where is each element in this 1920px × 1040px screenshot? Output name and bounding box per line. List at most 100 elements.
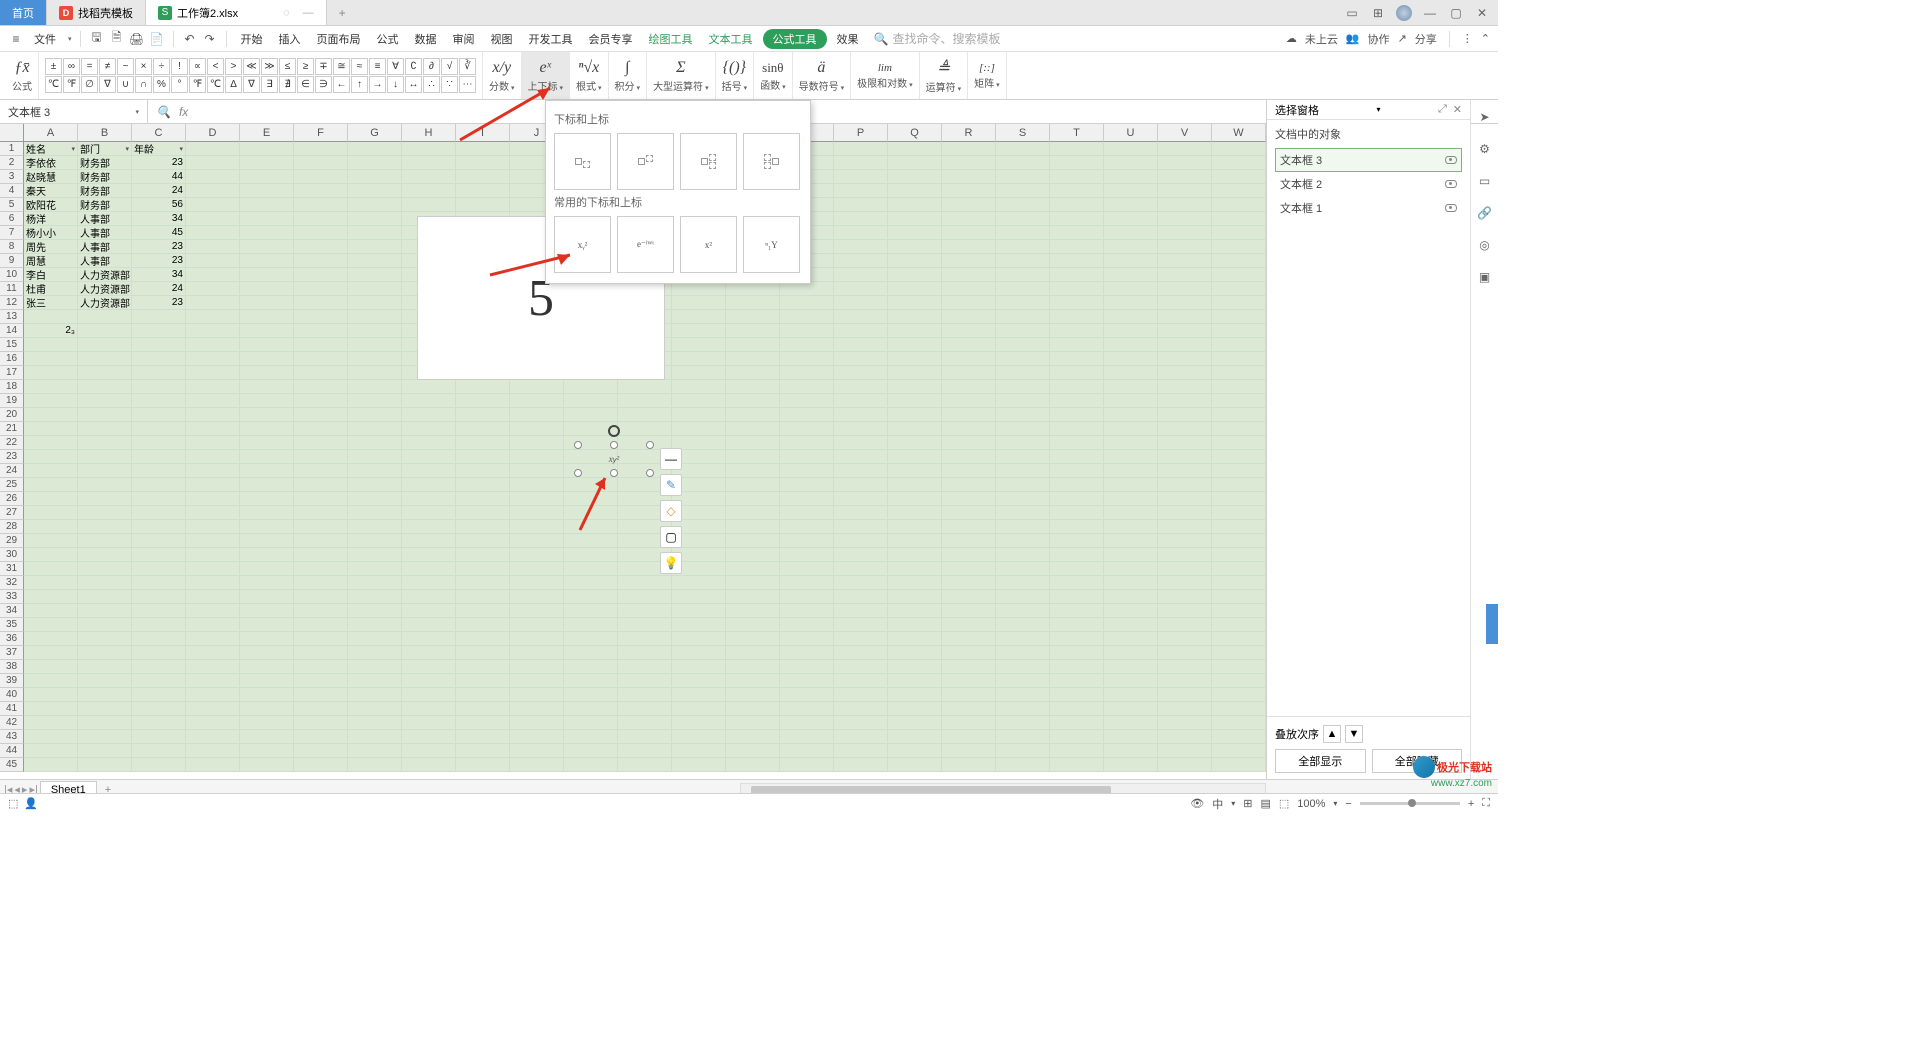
cell[interactable] (996, 338, 1050, 352)
cell[interactable] (24, 366, 78, 380)
cell[interactable] (942, 730, 996, 744)
menu-formula-tools[interactable]: 公式工具 (763, 29, 827, 49)
cell[interactable] (1212, 226, 1266, 240)
cell[interactable] (24, 492, 78, 506)
cell[interactable] (1212, 548, 1266, 562)
cell[interactable] (1212, 366, 1266, 380)
cell[interactable] (672, 576, 726, 590)
cell[interactable] (672, 408, 726, 422)
pane-pin-icon[interactable]: ⤢ (1438, 103, 1447, 116)
cell[interactable] (780, 380, 834, 394)
cell[interactable] (726, 436, 780, 450)
row-header[interactable]: 28 (0, 520, 24, 534)
window-close-icon[interactable]: ✕ (1474, 5, 1490, 21)
cell[interactable] (834, 352, 888, 366)
cell[interactable] (618, 716, 672, 730)
cell[interactable] (186, 338, 240, 352)
cell[interactable] (348, 660, 402, 674)
cell[interactable] (402, 142, 456, 156)
cell[interactable] (456, 646, 510, 660)
cell[interactable] (1212, 674, 1266, 688)
cell[interactable] (294, 548, 348, 562)
cell[interactable] (726, 366, 780, 380)
cell[interactable] (564, 604, 618, 618)
cell[interactable] (1104, 310, 1158, 324)
cell[interactable] (132, 576, 186, 590)
cell[interactable] (348, 310, 402, 324)
cell[interactable] (1158, 170, 1212, 184)
cell[interactable] (348, 548, 402, 562)
symbol-cell[interactable]: ∁ (405, 58, 422, 75)
ribbon-function[interactable]: sinθ函数▾ (754, 52, 793, 99)
ribbon-formula[interactable]: ƒx̄ 公式 (6, 52, 39, 99)
cell[interactable] (1050, 436, 1104, 450)
row-header[interactable]: 39 (0, 674, 24, 688)
cell[interactable] (1104, 464, 1158, 478)
cell[interactable] (888, 184, 942, 198)
cell[interactable]: 人力资源部 (78, 282, 132, 296)
cell[interactable] (294, 142, 348, 156)
cell[interactable] (1050, 562, 1104, 576)
cell[interactable] (1104, 324, 1158, 338)
cell[interactable] (78, 324, 132, 338)
cell[interactable] (240, 576, 294, 590)
cell[interactable] (1104, 744, 1158, 758)
cell[interactable] (780, 492, 834, 506)
cell[interactable] (132, 366, 186, 380)
cell[interactable] (888, 716, 942, 730)
row-header[interactable]: 25 (0, 478, 24, 492)
status-settings-icon[interactable]: ⬚ (8, 797, 18, 810)
cell[interactable] (240, 422, 294, 436)
cell[interactable]: 人事部 (78, 226, 132, 240)
coop-icon[interactable]: 👥 (1346, 32, 1360, 45)
cell[interactable] (402, 646, 456, 660)
cell[interactable] (1104, 590, 1158, 604)
cell[interactable] (240, 492, 294, 506)
cell[interactable] (726, 744, 780, 758)
cell[interactable] (834, 590, 888, 604)
cell[interactable] (402, 380, 456, 394)
symbol-cell[interactable]: ± (45, 58, 62, 75)
cell[interactable] (1050, 212, 1104, 226)
cell[interactable] (1104, 408, 1158, 422)
col-header[interactable]: B (78, 124, 132, 142)
side-book-icon[interactable]: ▣ (1476, 268, 1494, 286)
cell[interactable] (510, 590, 564, 604)
window-maximize-icon[interactable]: ▢ (1448, 5, 1464, 21)
cell[interactable] (1212, 730, 1266, 744)
cell[interactable] (24, 464, 78, 478)
cell[interactable] (240, 170, 294, 184)
cell[interactable] (78, 562, 132, 576)
eye-icon[interactable] (1445, 156, 1457, 164)
cell[interactable]: 23 (132, 240, 186, 254)
cell[interactable]: 人事部 (78, 212, 132, 226)
menu-start[interactable]: 开始 (235, 29, 269, 49)
cell[interactable] (942, 212, 996, 226)
cell[interactable] (726, 618, 780, 632)
cell[interactable] (834, 674, 888, 688)
menu-layout[interactable]: 页面布局 (311, 29, 367, 49)
command-search[interactable]: 🔍 查找命令、搜索模板 (869, 28, 1006, 49)
cell[interactable] (78, 534, 132, 548)
more-icon[interactable]: ⋮ (1462, 32, 1473, 45)
cell[interactable]: 张三 (24, 296, 78, 310)
common-script-2[interactable]: e⁻ⁱᵂᵗ (617, 216, 674, 273)
cell[interactable] (348, 534, 402, 548)
cell[interactable] (1050, 282, 1104, 296)
cell[interactable] (132, 338, 186, 352)
cell[interactable] (1158, 562, 1212, 576)
cell[interactable] (1158, 492, 1212, 506)
cell[interactable] (618, 688, 672, 702)
cell[interactable] (1104, 268, 1158, 282)
cell[interactable] (564, 674, 618, 688)
cell[interactable] (186, 422, 240, 436)
cell[interactable] (726, 310, 780, 324)
cell[interactable] (240, 254, 294, 268)
cell[interactable] (1158, 618, 1212, 632)
cell[interactable] (888, 660, 942, 674)
cell[interactable] (348, 632, 402, 646)
cell[interactable] (132, 310, 186, 324)
cell[interactable] (402, 688, 456, 702)
cell[interactable] (834, 520, 888, 534)
cell[interactable] (888, 352, 942, 366)
